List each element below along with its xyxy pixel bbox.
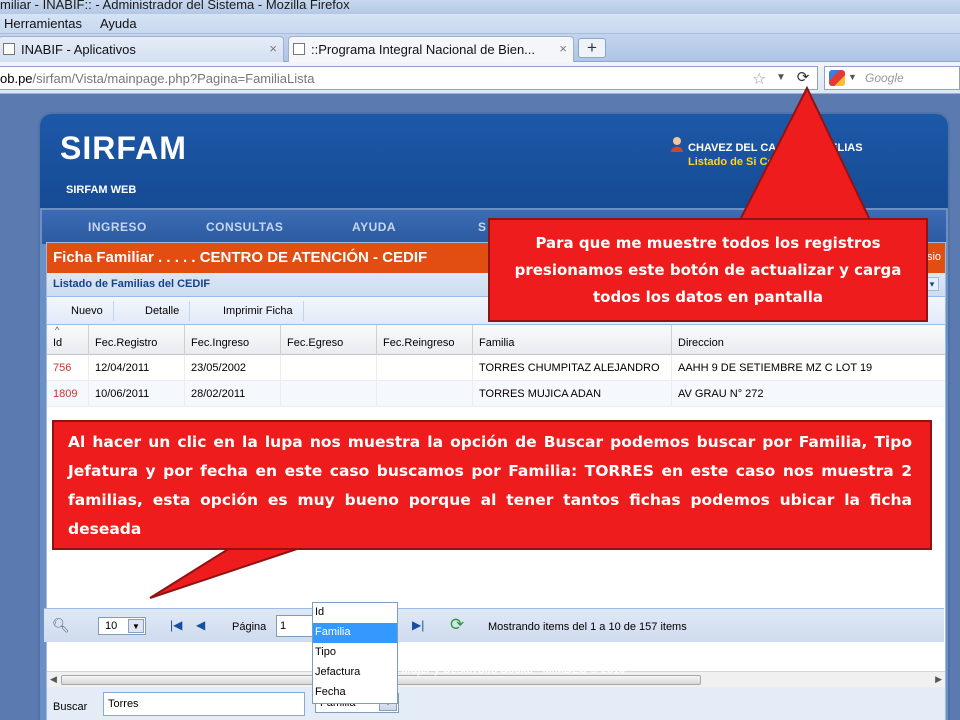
callout-search-note: Al hacer un clic en la lupa nos muestra … xyxy=(52,420,932,550)
callout-pointer-search xyxy=(149,547,301,599)
callout-pointers xyxy=(149,85,872,599)
callout-pointer-reload xyxy=(738,85,872,221)
callout-reload-note: Para que me muestre todos los registros … xyxy=(488,218,928,322)
